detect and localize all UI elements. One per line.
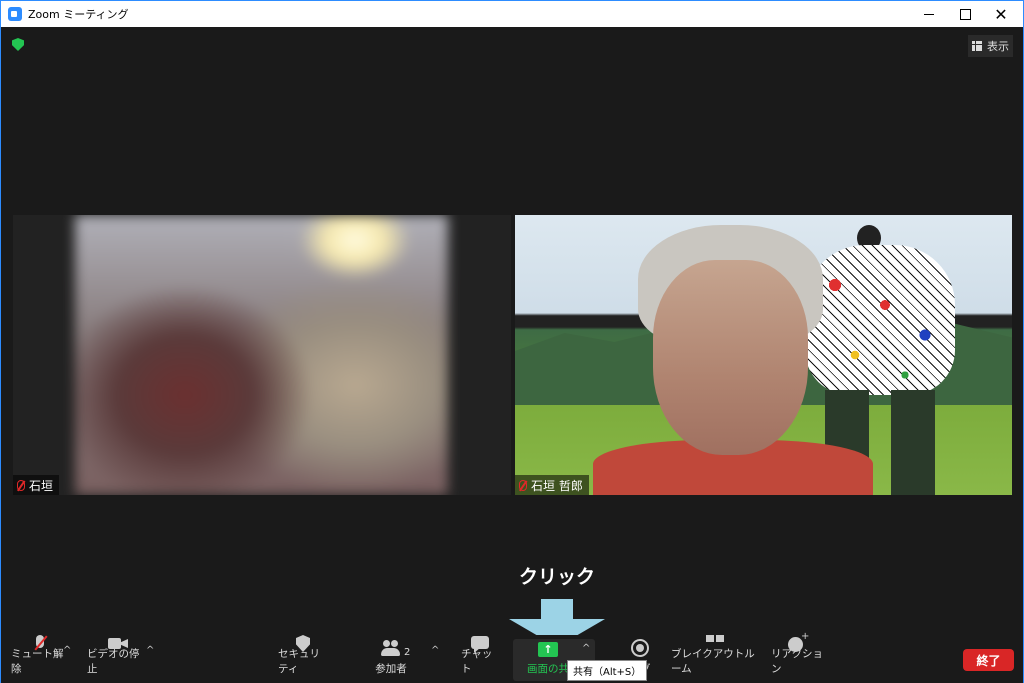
record-icon	[630, 639, 650, 657]
breakout-rooms-label: ブレイクアウトルーム	[671, 648, 755, 675]
share-screen-button[interactable]: ↑ 画面の共	[523, 635, 573, 681]
chat-label: チャット	[461, 648, 493, 675]
click-annotation: クリック	[519, 566, 596, 588]
chat-button[interactable]: チャット	[461, 635, 499, 681]
video-tile-participant-1[interactable]: 石垣	[13, 215, 511, 495]
share-tooltip: 共有（Alt+S）	[567, 660, 648, 681]
meeting-toolbar: ミュート解除 ^ ビデオの停止 ^ セキュリティ 参加者 2 ^ チャット ↑ …	[1, 631, 1023, 683]
mic-off-icon	[519, 479, 527, 491]
unmute-button[interactable]: ミュート解除	[11, 635, 69, 681]
participants-button[interactable]: 参加者	[371, 635, 411, 681]
participants-options-caret[interactable]: ^	[431, 645, 439, 656]
breakout-rooms-icon	[706, 635, 724, 642]
stop-video-button[interactable]: ビデオの停止	[87, 635, 149, 681]
video-options-caret[interactable]: ^	[146, 645, 154, 656]
participant-name: 石垣	[29, 478, 54, 493]
stop-video-label: ビデオの停止	[87, 648, 140, 675]
share-screen-label: 画面の共	[527, 663, 569, 675]
maximize-button[interactable]	[947, 1, 983, 27]
close-button[interactable]: ✕	[983, 1, 1019, 27]
participant-video-person	[593, 225, 873, 495]
mic-off-icon	[17, 479, 25, 491]
window-title: Zoom ミーティング	[28, 8, 129, 21]
share-screen-arrow-up-icon: ↑	[538, 642, 558, 657]
encryption-shield-icon[interactable]	[12, 38, 24, 51]
meeting-area: 表示 石垣 石垣 哲郎 クリック	[1, 27, 1023, 647]
grid-icon	[972, 41, 982, 51]
breakout-rooms-button[interactable]: ブレイクアウトルーム	[671, 635, 759, 681]
participant-name-tag: 石垣	[13, 475, 60, 495]
view-button[interactable]: 表示	[968, 35, 1013, 57]
chat-bubble-icon	[470, 635, 490, 649]
title-bar: Zoom ミーティング ✕	[1, 1, 1023, 27]
reaction-emoji-icon	[787, 631, 809, 652]
participant-name-tag: 石垣 哲郎	[515, 475, 589, 495]
participants-count: 2	[404, 647, 411, 658]
participants-icon	[381, 639, 401, 657]
minimize-button[interactable]	[911, 1, 947, 27]
share-options-caret[interactable]: ^	[582, 643, 590, 654]
security-button[interactable]: セキュリティ	[278, 635, 328, 681]
shield-icon	[293, 635, 313, 642]
view-button-label: 表示	[987, 40, 1009, 53]
video-tile-participant-2[interactable]: 石垣 哲郎	[515, 215, 1012, 495]
zoom-app-icon	[8, 7, 22, 21]
participants-label: 参加者	[375, 663, 407, 675]
unmute-label: ミュート解除	[11, 648, 64, 675]
reactions-button[interactable]: リアクション	[771, 631, 823, 681]
microphone-muted-icon	[30, 635, 50, 648]
participant-name: 石垣 哲郎	[531, 478, 583, 493]
video-camera-icon	[108, 635, 128, 649]
blurred-video-feed	[75, 215, 448, 495]
end-meeting-button[interactable]: 終了	[963, 649, 1014, 671]
audio-options-caret[interactable]: ^	[63, 645, 71, 656]
